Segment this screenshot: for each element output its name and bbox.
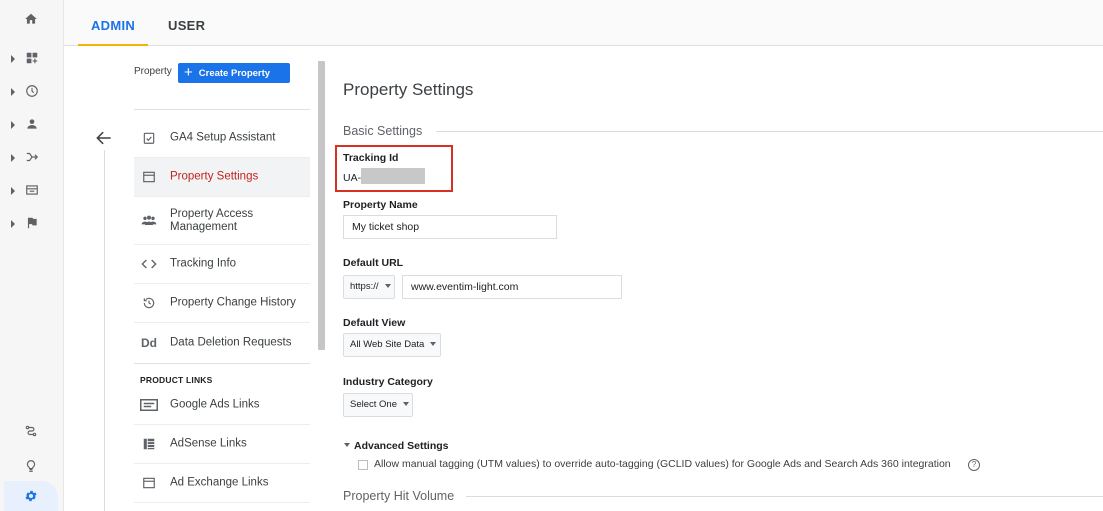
protocol-value: https:// <box>350 281 379 292</box>
tab-admin[interactable]: ADMIN <box>78 0 148 46</box>
menu-item-label: Ad Exchange Links <box>170 476 269 489</box>
industry-category-select[interactable]: Select One <box>343 393 413 417</box>
dropdown-arrow-icon <box>430 342 437 346</box>
clock-icon <box>26 85 38 97</box>
default-view-label: Default View <box>343 317 406 329</box>
adexchange-icon <box>140 474 158 492</box>
audience-nav[interactable] <box>0 112 64 140</box>
protocol-select[interactable]: https:// <box>343 275 395 299</box>
default-url-label: Default URL <box>343 257 404 269</box>
discover-nav[interactable] <box>0 454 64 482</box>
conversions-nav[interactable] <box>0 211 64 239</box>
manual-tagging-checkbox[interactable] <box>358 460 368 470</box>
person-icon <box>27 119 37 129</box>
dd-icon: Dd <box>141 335 157 350</box>
industry-category-label: Industry Category <box>343 376 433 388</box>
menu-item-property-access-management[interactable]: Property Access Management <box>134 197 310 245</box>
manual-tagging-label: Allow manual tagging (UTM values) to ove… <box>374 458 951 470</box>
column-divider <box>104 150 105 511</box>
attribution-icon <box>25 425 37 437</box>
menu-item-tracking-info[interactable]: Tracking Info <box>134 245 310 284</box>
dropdown-arrow-icon <box>384 284 391 288</box>
dropdown-arrow-icon <box>403 402 409 406</box>
section-divider <box>436 131 1103 132</box>
menu-item-label: Property Settings <box>170 170 259 183</box>
create-property-button[interactable]: + Create Property <box>178 63 290 83</box>
help-icon[interactable]: ? <box>968 459 980 471</box>
plus-icon: + <box>184 64 193 81</box>
admin-nav[interactable] <box>4 481 58 511</box>
left-nav-rail <box>0 0 64 511</box>
menu-divider <box>134 363 310 364</box>
section-divider <box>466 496 1103 497</box>
basic-settings-heading: Basic Settings <box>343 124 423 138</box>
create-property-label: Create Property <box>198 68 271 79</box>
top-tab-bar: ADMIN USER <box>64 0 1103 46</box>
menu-item-google-ads-links[interactable]: Google Ads Links <box>134 386 310 425</box>
menu-divider <box>134 109 310 110</box>
menu-item-ga4-setup-assistant[interactable]: GA4 Setup Assistant <box>134 119 310 158</box>
behavior-nav[interactable] <box>0 178 64 206</box>
gear-icon <box>25 490 37 502</box>
attribution-nav[interactable] <box>0 419 64 447</box>
menu-item-label: Property Change History <box>170 296 296 309</box>
product-links-heading: PRODUCT LINKS <box>140 375 213 385</box>
tracking-id-label: Tracking Id <box>343 152 399 164</box>
menu-item-adsense-links[interactable]: AdSense Links <box>134 425 310 464</box>
history-icon <box>140 294 158 312</box>
property-name-input[interactable]: My ticket shop <box>343 215 557 239</box>
default-view-value: All Web Site Data <box>350 339 425 350</box>
menu-item-property-change-history[interactable]: Property Change History <box>134 284 310 323</box>
menu-item-label: Property Access Management <box>170 207 254 233</box>
arrow-left-icon <box>96 131 111 145</box>
menu-item-label: Google Ads Links <box>170 398 260 411</box>
acquisition-icon <box>26 152 39 162</box>
home-icon <box>25 13 37 24</box>
menu-item-label: GA4 Setup Assistant <box>170 131 276 144</box>
checklist-icon <box>140 129 158 147</box>
tab-user[interactable]: USER <box>168 0 205 46</box>
acquisition-nav[interactable] <box>0 145 64 173</box>
default-url-input[interactable]: www.eventim-light.com <box>402 275 622 299</box>
caret-down-icon <box>344 443 350 447</box>
people-icon <box>140 212 158 230</box>
property-name-label: Property Name <box>343 199 418 211</box>
advanced-settings-toggle[interactable]: Advanced Settings <box>344 440 449 452</box>
tracking-id-value: UA- <box>343 172 362 184</box>
sidebar-scrollbar[interactable] <box>318 61 325 350</box>
hit-volume-heading: Property Hit Volume <box>343 489 455 503</box>
redaction-block <box>361 168 425 184</box>
menu-item-ad-exchange-links[interactable]: Ad Exchange Links <box>134 464 310 503</box>
menu-item-property-settings[interactable]: Property Settings <box>134 158 310 197</box>
menu-item-label: AdSense Links <box>170 437 247 450</box>
menu-item-label: Data Deletion Requests <box>170 336 292 348</box>
advanced-settings-label: Advanced Settings <box>354 440 449 452</box>
window-icon <box>26 185 38 195</box>
back-button[interactable] <box>94 128 114 148</box>
menu-item-label: Tracking Info <box>170 257 237 270</box>
flag-icon <box>27 217 37 229</box>
default-view-select[interactable]: All Web Site Data <box>343 333 441 357</box>
ads-icon <box>140 396 158 414</box>
page-title: Property Settings <box>343 80 474 99</box>
settings-window-icon <box>140 168 158 186</box>
realtime-nav[interactable] <box>0 79 64 107</box>
lightbulb-icon <box>26 460 36 472</box>
menu-item-data-deletion-requests[interactable]: Dd Data Deletion Requests <box>134 323 310 362</box>
customization-nav[interactable] <box>0 46 64 74</box>
adsense-icon <box>140 435 158 453</box>
industry-category-value: Select One <box>350 399 397 410</box>
home-nav[interactable] <box>0 7 64 35</box>
code-icon <box>140 255 158 273</box>
property-label: Property <box>134 66 172 77</box>
dashboard-icon <box>26 52 38 64</box>
